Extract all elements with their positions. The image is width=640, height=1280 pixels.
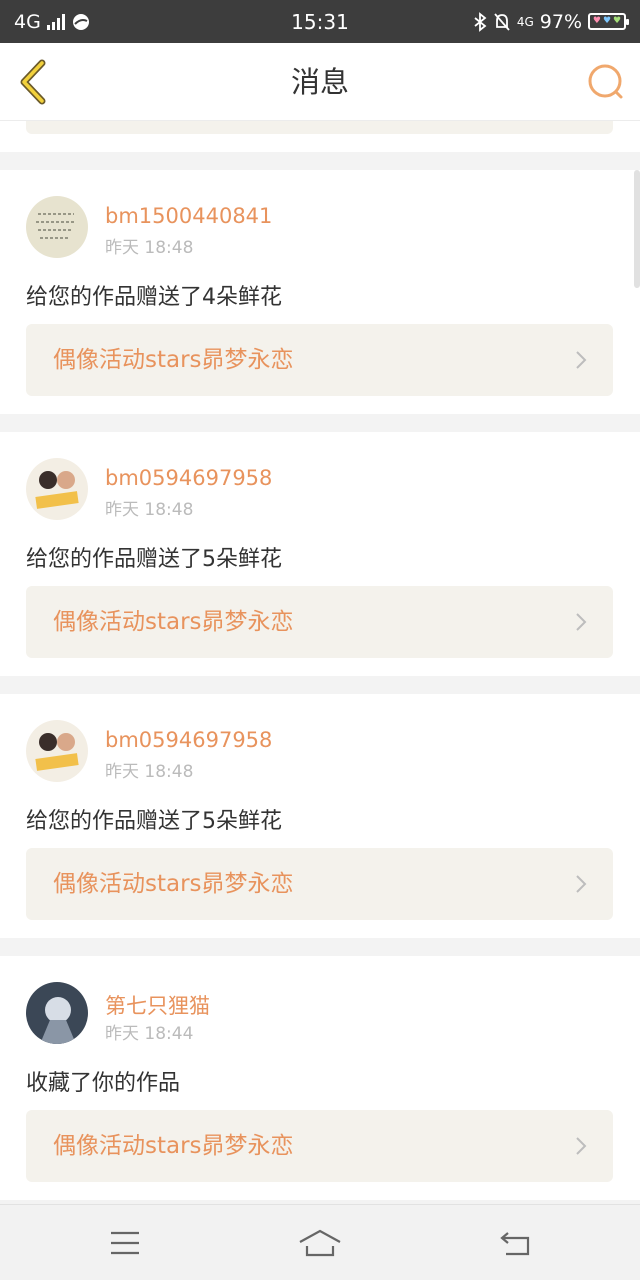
username[interactable]: 第七只狸猫 xyxy=(105,990,210,1020)
nav-bar: 消息 xyxy=(0,43,640,121)
work-link-label: 偶像活动stars昴梦永恋 xyxy=(53,609,294,635)
back-icon xyxy=(500,1232,530,1256)
bluetooth-icon xyxy=(474,11,487,32)
back-button[interactable] xyxy=(16,59,52,105)
message-card: bm1500440841 昨天 18:48 给您的作品赠送了4朵鲜花 偶像活动s… xyxy=(0,170,640,414)
avatar[interactable] xyxy=(26,458,88,520)
avatar[interactable] xyxy=(26,982,88,1044)
message-card: bm0594697958 昨天 18:48 给您的作品赠送了5朵鲜花 偶像活动s… xyxy=(0,432,640,676)
avatar[interactable] xyxy=(26,720,88,782)
page-title: 消息 xyxy=(290,65,349,99)
username[interactable]: bm1500440841 xyxy=(105,204,272,228)
timestamp: 昨天 18:48 xyxy=(105,762,194,782)
message-card: bm0594697958 昨天 18:48 给您的作品赠送了5朵鲜花 偶像活动s… xyxy=(0,694,640,938)
message-text: 给您的作品赠送了4朵鲜花 xyxy=(26,285,282,310)
partial-card xyxy=(0,121,640,152)
message-text: 收藏了你的作品 xyxy=(26,1071,181,1096)
username[interactable]: bm0594697958 xyxy=(105,466,272,490)
battery-label: 97% xyxy=(539,10,582,33)
status-left: 4G xyxy=(14,11,91,33)
partial-link-box xyxy=(26,121,613,134)
menu-icon xyxy=(111,1231,139,1255)
work-link[interactable]: 偶像活动stars昴梦永恋 xyxy=(26,1110,613,1182)
work-link-label: 偶像活动stars昴梦永恋 xyxy=(53,347,294,373)
search-icon xyxy=(588,64,623,99)
chevron-right-icon xyxy=(576,351,587,369)
network-right-label: 4G xyxy=(516,14,534,29)
chevron-right-icon xyxy=(576,875,587,893)
data-icon xyxy=(72,13,89,30)
timestamp: 昨天 18:48 xyxy=(105,238,194,258)
menu-button[interactable] xyxy=(101,1219,149,1267)
username[interactable]: bm0594697958 xyxy=(105,728,272,752)
message-text: 给您的作品赠送了5朵鲜花 xyxy=(26,809,282,834)
message-text: 给您的作品赠送了5朵鲜花 xyxy=(26,547,282,572)
mute-icon xyxy=(494,12,510,31)
work-link[interactable]: 偶像活动stars昴梦永恋 xyxy=(26,848,613,920)
status-right: 4G 97% ♥ ♥ ♥ xyxy=(473,10,629,33)
work-link[interactable]: 偶像活动stars昴梦永恋 xyxy=(26,324,613,396)
avatar[interactable] xyxy=(26,196,88,258)
scrollbar[interactable] xyxy=(634,170,640,288)
search-button[interactable] xyxy=(586,62,626,102)
back-chevron-icon xyxy=(20,59,46,105)
system-nav-bar xyxy=(0,1204,640,1280)
chevron-right-icon xyxy=(576,1137,587,1155)
work-link-label: 偶像活动stars昴梦永恋 xyxy=(53,1133,294,1159)
status-bar: 4G 15:31 4G 97% ♥ ♥ ♥ xyxy=(0,0,640,43)
timestamp: 昨天 18:44 xyxy=(105,1024,194,1044)
battery-icon: ♥ ♥ ♥ xyxy=(588,13,629,30)
home-button[interactable] xyxy=(296,1219,344,1267)
timestamp: 昨天 18:48 xyxy=(105,500,194,520)
network-label: 4G xyxy=(14,10,41,33)
message-list[interactable]: bm1500440841 昨天 18:48 给您的作品赠送了4朵鲜花 偶像活动s… xyxy=(0,121,640,1204)
work-link[interactable]: 偶像活动stars昴梦永恋 xyxy=(26,586,613,658)
chevron-right-icon xyxy=(576,613,587,631)
home-icon xyxy=(299,1229,341,1257)
back-nav-button[interactable] xyxy=(491,1219,539,1267)
message-card: 第七只狸猫 昨天 18:44 收藏了你的作品 偶像活动stars昴梦永恋 xyxy=(0,956,640,1200)
work-link-label: 偶像活动stars昴梦永恋 xyxy=(53,871,294,897)
signal-icon xyxy=(46,13,65,30)
